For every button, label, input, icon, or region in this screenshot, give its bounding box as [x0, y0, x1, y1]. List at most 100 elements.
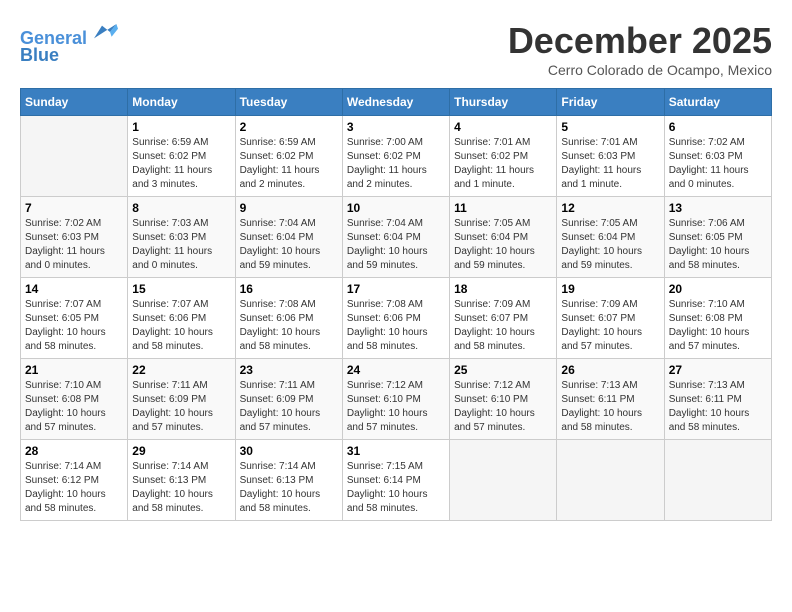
calendar-cell: 26 Sunrise: 7:13 AMSunset: 6:11 PMDaylig… — [557, 359, 664, 440]
day-info: Sunrise: 7:02 AMSunset: 6:03 PMDaylight:… — [25, 217, 123, 273]
day-info: Sunrise: 6:59 AMSunset: 6:02 PMDaylight:… — [132, 136, 230, 192]
day-info: Sunrise: 7:01 AMSunset: 6:03 PMDaylight:… — [561, 136, 659, 192]
day-number: 29 — [132, 444, 230, 458]
day-info: Sunrise: 7:01 AMSunset: 6:02 PMDaylight:… — [454, 136, 552, 192]
day-info: Sunrise: 7:04 AMSunset: 6:04 PMDaylight:… — [347, 217, 445, 273]
day-info: Sunrise: 6:59 AMSunset: 6:02 PMDaylight:… — [240, 136, 338, 192]
day-number: 31 — [347, 444, 445, 458]
page-header: General Blue December 2025 Cerro Colorad… — [20, 20, 772, 78]
day-number: 6 — [669, 120, 767, 134]
day-info: Sunrise: 7:06 AMSunset: 6:05 PMDaylight:… — [669, 217, 767, 273]
day-number: 5 — [561, 120, 659, 134]
calendar-cell: 4 Sunrise: 7:01 AMSunset: 6:02 PMDayligh… — [450, 116, 557, 197]
day-info: Sunrise: 7:09 AMSunset: 6:07 PMDaylight:… — [561, 298, 659, 354]
calendar-cell — [557, 440, 664, 521]
calendar-cell: 18 Sunrise: 7:09 AMSunset: 6:07 PMDaylig… — [450, 278, 557, 359]
day-number: 25 — [454, 363, 552, 377]
calendar-cell: 1 Sunrise: 6:59 AMSunset: 6:02 PMDayligh… — [128, 116, 235, 197]
weekday-header: Friday — [557, 89, 664, 116]
day-number: 19 — [561, 282, 659, 296]
day-info: Sunrise: 7:10 AMSunset: 6:08 PMDaylight:… — [25, 379, 123, 435]
day-info: Sunrise: 7:05 AMSunset: 6:04 PMDaylight:… — [561, 217, 659, 273]
calendar-cell: 10 Sunrise: 7:04 AMSunset: 6:04 PMDaylig… — [342, 197, 449, 278]
day-number: 22 — [132, 363, 230, 377]
day-info: Sunrise: 7:07 AMSunset: 6:06 PMDaylight:… — [132, 298, 230, 354]
day-number: 2 — [240, 120, 338, 134]
logo: General Blue — [20, 20, 118, 66]
calendar-cell: 28 Sunrise: 7:14 AMSunset: 6:12 PMDaylig… — [21, 440, 128, 521]
calendar-cell: 2 Sunrise: 6:59 AMSunset: 6:02 PMDayligh… — [235, 116, 342, 197]
day-number: 9 — [240, 201, 338, 215]
calendar-cell: 16 Sunrise: 7:08 AMSunset: 6:06 PMDaylig… — [235, 278, 342, 359]
calendar-cell — [450, 440, 557, 521]
weekday-header: Saturday — [664, 89, 771, 116]
calendar-cell: 20 Sunrise: 7:10 AMSunset: 6:08 PMDaylig… — [664, 278, 771, 359]
calendar-cell: 8 Sunrise: 7:03 AMSunset: 6:03 PMDayligh… — [128, 197, 235, 278]
day-number: 8 — [132, 201, 230, 215]
day-info: Sunrise: 7:14 AMSunset: 6:12 PMDaylight:… — [25, 460, 123, 516]
day-info: Sunrise: 7:03 AMSunset: 6:03 PMDaylight:… — [132, 217, 230, 273]
day-info: Sunrise: 7:14 AMSunset: 6:13 PMDaylight:… — [132, 460, 230, 516]
calendar-cell: 19 Sunrise: 7:09 AMSunset: 6:07 PMDaylig… — [557, 278, 664, 359]
day-number: 17 — [347, 282, 445, 296]
day-number: 15 — [132, 282, 230, 296]
calendar-cell: 31 Sunrise: 7:15 AMSunset: 6:14 PMDaylig… — [342, 440, 449, 521]
day-number: 24 — [347, 363, 445, 377]
day-info: Sunrise: 7:02 AMSunset: 6:03 PMDaylight:… — [669, 136, 767, 192]
calendar-cell: 25 Sunrise: 7:12 AMSunset: 6:10 PMDaylig… — [450, 359, 557, 440]
day-number: 26 — [561, 363, 659, 377]
calendar-cell: 6 Sunrise: 7:02 AMSunset: 6:03 PMDayligh… — [664, 116, 771, 197]
day-number: 3 — [347, 120, 445, 134]
calendar-week-row: 28 Sunrise: 7:14 AMSunset: 6:12 PMDaylig… — [21, 440, 772, 521]
day-info: Sunrise: 7:11 AMSunset: 6:09 PMDaylight:… — [240, 379, 338, 435]
day-number: 12 — [561, 201, 659, 215]
weekday-header: Wednesday — [342, 89, 449, 116]
day-info: Sunrise: 7:08 AMSunset: 6:06 PMDaylight:… — [240, 298, 338, 354]
calendar-cell: 27 Sunrise: 7:13 AMSunset: 6:11 PMDaylig… — [664, 359, 771, 440]
day-number: 18 — [454, 282, 552, 296]
day-number: 16 — [240, 282, 338, 296]
calendar-cell: 23 Sunrise: 7:11 AMSunset: 6:09 PMDaylig… — [235, 359, 342, 440]
day-number: 14 — [25, 282, 123, 296]
calendar-cell — [21, 116, 128, 197]
calendar-cell: 15 Sunrise: 7:07 AMSunset: 6:06 PMDaylig… — [128, 278, 235, 359]
calendar-table: SundayMondayTuesdayWednesdayThursdayFrid… — [20, 88, 772, 521]
day-number: 13 — [669, 201, 767, 215]
day-info: Sunrise: 7:11 AMSunset: 6:09 PMDaylight:… — [132, 379, 230, 435]
day-number: 21 — [25, 363, 123, 377]
day-number: 20 — [669, 282, 767, 296]
calendar-cell: 17 Sunrise: 7:08 AMSunset: 6:06 PMDaylig… — [342, 278, 449, 359]
calendar-week-row: 1 Sunrise: 6:59 AMSunset: 6:02 PMDayligh… — [21, 116, 772, 197]
calendar-cell: 22 Sunrise: 7:11 AMSunset: 6:09 PMDaylig… — [128, 359, 235, 440]
title-block: December 2025 Cerro Colorado de Ocampo, … — [508, 20, 772, 78]
weekday-header: Sunday — [21, 89, 128, 116]
calendar-cell: 7 Sunrise: 7:02 AMSunset: 6:03 PMDayligh… — [21, 197, 128, 278]
month-title: December 2025 — [508, 20, 772, 62]
weekday-header-row: SundayMondayTuesdayWednesdayThursdayFrid… — [21, 89, 772, 116]
day-number: 4 — [454, 120, 552, 134]
calendar-cell: 13 Sunrise: 7:06 AMSunset: 6:05 PMDaylig… — [664, 197, 771, 278]
day-number: 30 — [240, 444, 338, 458]
day-info: Sunrise: 7:04 AMSunset: 6:04 PMDaylight:… — [240, 217, 338, 273]
day-info: Sunrise: 7:12 AMSunset: 6:10 PMDaylight:… — [347, 379, 445, 435]
calendar-cell: 14 Sunrise: 7:07 AMSunset: 6:05 PMDaylig… — [21, 278, 128, 359]
day-info: Sunrise: 7:13 AMSunset: 6:11 PMDaylight:… — [669, 379, 767, 435]
calendar-cell: 12 Sunrise: 7:05 AMSunset: 6:04 PMDaylig… — [557, 197, 664, 278]
day-number: 11 — [454, 201, 552, 215]
day-number: 23 — [240, 363, 338, 377]
day-info: Sunrise: 7:14 AMSunset: 6:13 PMDaylight:… — [240, 460, 338, 516]
calendar-cell: 30 Sunrise: 7:14 AMSunset: 6:13 PMDaylig… — [235, 440, 342, 521]
calendar-cell: 29 Sunrise: 7:14 AMSunset: 6:13 PMDaylig… — [128, 440, 235, 521]
weekday-header: Thursday — [450, 89, 557, 116]
logo-icon — [94, 20, 118, 44]
calendar-week-row: 21 Sunrise: 7:10 AMSunset: 6:08 PMDaylig… — [21, 359, 772, 440]
day-info: Sunrise: 7:05 AMSunset: 6:04 PMDaylight:… — [454, 217, 552, 273]
day-number: 28 — [25, 444, 123, 458]
day-number: 10 — [347, 201, 445, 215]
day-info: Sunrise: 7:13 AMSunset: 6:11 PMDaylight:… — [561, 379, 659, 435]
day-info: Sunrise: 7:10 AMSunset: 6:08 PMDaylight:… — [669, 298, 767, 354]
day-number: 27 — [669, 363, 767, 377]
calendar-cell — [664, 440, 771, 521]
day-info: Sunrise: 7:12 AMSunset: 6:10 PMDaylight:… — [454, 379, 552, 435]
calendar-cell: 5 Sunrise: 7:01 AMSunset: 6:03 PMDayligh… — [557, 116, 664, 197]
